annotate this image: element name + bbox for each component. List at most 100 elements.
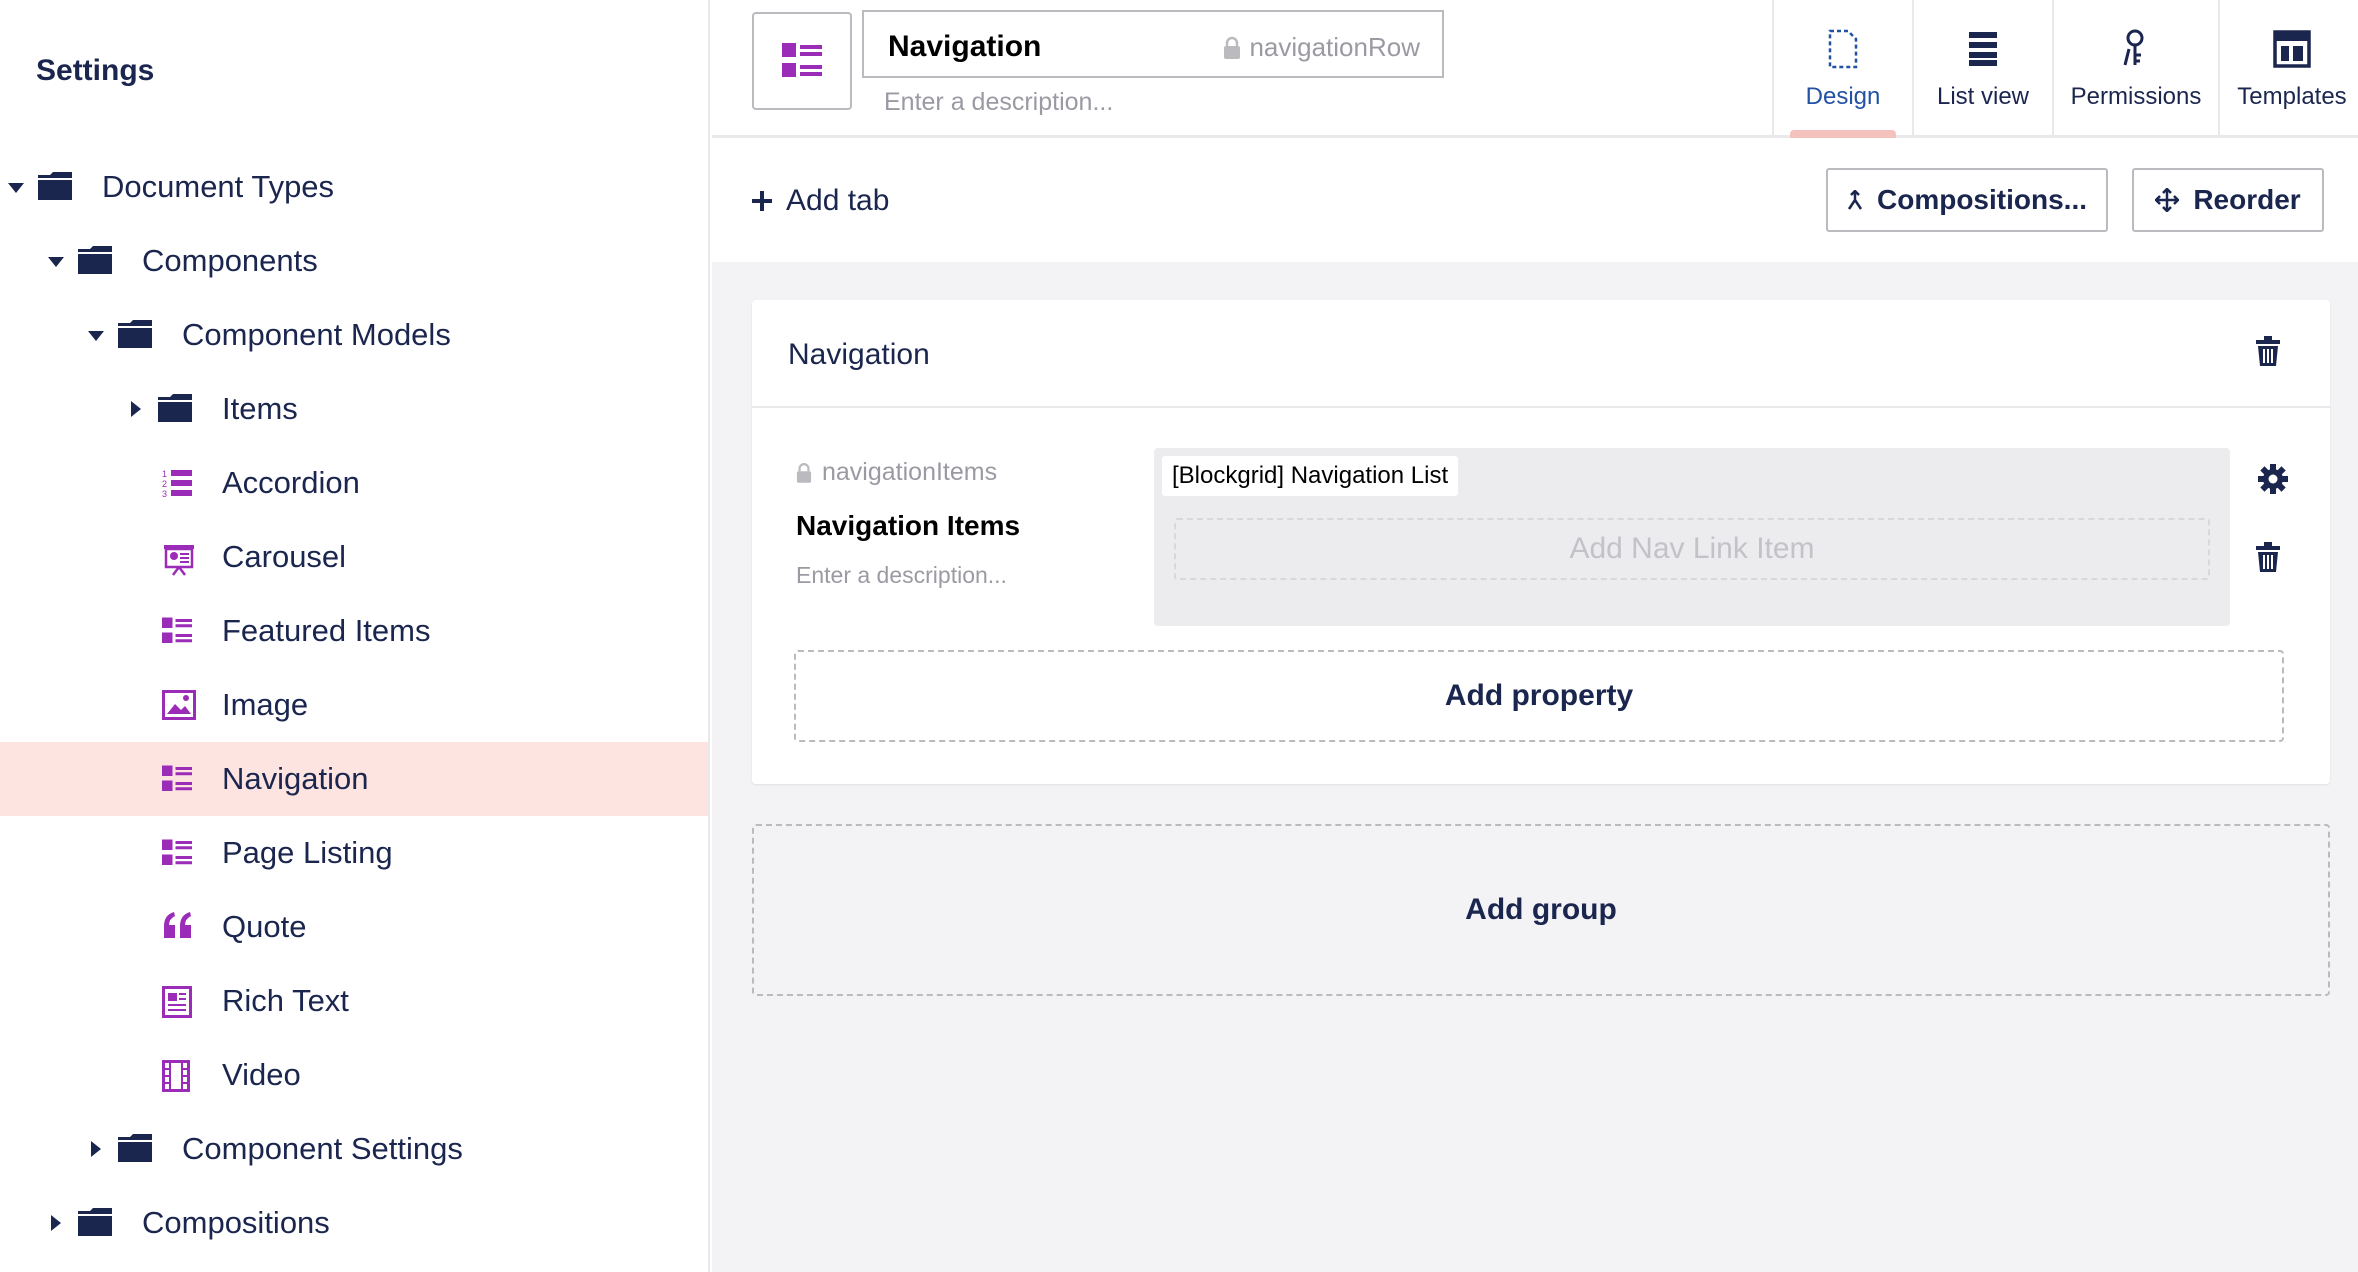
sidebar-item-page-listing[interactable]: Page Listing — [0, 816, 708, 890]
sidebar-item-label: Compositions — [142, 1205, 330, 1240]
sidebar-item-label: Page Listing — [222, 835, 393, 870]
svg-text:3: 3 — [162, 489, 167, 498]
alias-field[interactable]: navigationRow — [1223, 32, 1420, 63]
folder-icon — [158, 394, 192, 424]
sidebar-item-label: Video — [222, 1057, 301, 1092]
grid-list-icon — [162, 838, 196, 868]
lock-icon[interactable] — [796, 462, 812, 484]
app-tabs: Design List view Permissions Templates — [1772, 0, 2358, 138]
sidebar-item-label: Rich Text — [222, 983, 349, 1018]
sidebar-item-label: Accordion — [222, 465, 360, 500]
trash-icon[interactable] — [2256, 542, 2280, 572]
caret-down-icon[interactable] — [8, 183, 24, 193]
layout-icon — [2273, 27, 2311, 71]
sidebar-item-component-settings[interactable]: Component Settings — [0, 1112, 708, 1186]
trash-icon[interactable] — [2256, 336, 2280, 366]
tab-templates[interactable]: Templates — [2218, 0, 2358, 138]
add-tab-button[interactable]: Add tab — [752, 184, 889, 218]
sidebar: Settings Document Types Components Compone… — [0, 0, 710, 1272]
caret-right-icon[interactable] — [131, 401, 141, 417]
list-icon — [1969, 27, 1997, 71]
sidebar-item-label: Document Types — [102, 169, 335, 204]
keys-icon — [2121, 27, 2151, 71]
sidebar-item-document-types[interactable]: Document Types — [0, 150, 708, 224]
compositions-label: Compositions... — [1877, 184, 2087, 215]
document-text-icon — [162, 986, 196, 1018]
folder-icon — [78, 246, 112, 276]
picture-icon — [162, 690, 196, 720]
grid-list-icon — [782, 43, 822, 77]
property-name[interactable]: Navigation Items — [796, 510, 1020, 542]
add-property-button[interactable]: Add property — [794, 650, 2284, 742]
add-group-button[interactable]: Add group — [752, 824, 2330, 996]
sidebar-item-video[interactable]: Video — [0, 1038, 708, 1112]
move-icon — [2155, 188, 2180, 212]
caret-right-icon[interactable] — [51, 1215, 61, 1231]
folder-icon — [78, 1208, 112, 1238]
plus-icon — [752, 191, 772, 211]
sidebar-item-label: Items — [222, 391, 298, 426]
property-alias[interactable]: navigationItems — [796, 458, 997, 487]
folder-icon — [118, 320, 152, 350]
quote-icon — [162, 912, 196, 942]
sidebar-item-label: Component Settings — [182, 1131, 463, 1166]
caret-right-icon[interactable] — [91, 1141, 101, 1157]
presentation-icon — [162, 542, 196, 576]
tab-label: Templates — [2237, 83, 2347, 110]
film-icon — [162, 1060, 196, 1092]
group-header: Navigation — [752, 300, 2330, 408]
editor-toolbar: Add tab Compositions... Reorder — [712, 138, 2358, 262]
editor-tag: [Blockgrid] Navigation List — [1162, 456, 1459, 496]
sidebar-item-components[interactable]: Components — [0, 224, 708, 298]
sidebar-item-compositions[interactable]: Compositions — [0, 1186, 708, 1260]
sidebar-item-label: Navigation — [222, 761, 369, 796]
sidebar-item-component-models[interactable]: Component Models — [0, 298, 708, 372]
sidebar-item-label: Components — [142, 243, 318, 278]
tab-design[interactable]: Design — [1772, 0, 1912, 138]
property-editor-preview[interactable]: [Blockgrid] Navigation List Add Nav Link… — [1154, 448, 2230, 626]
document-icon — [1828, 27, 1858, 71]
grid-list-icon — [162, 616, 196, 646]
caret-down-icon[interactable] — [48, 257, 64, 267]
design-canvas: Navigation navigationItems Navigation It… — [712, 262, 2358, 1272]
add-nav-link-item-button[interactable]: Add Nav Link Item — [1174, 518, 2210, 580]
add-tab-label: Add tab — [786, 184, 890, 217]
sidebar-item-label: Quote — [222, 909, 307, 944]
tab-list-view[interactable]: List view — [1912, 0, 2052, 138]
sidebar-item-rich-text[interactable]: Rich Text — [0, 964, 708, 1038]
folder-icon — [38, 172, 72, 202]
sidebar-item-label: Image — [222, 687, 309, 722]
svg-text:2: 2 — [162, 479, 167, 489]
alias-value: navigationRow — [1249, 32, 1420, 62]
ordered-list-icon: 123 — [162, 468, 196, 499]
tab-label: List view — [1936, 83, 2030, 110]
group-title[interactable]: Navigation — [788, 338, 930, 372]
name-field[interactable]: Navigation navigationRow — [862, 10, 1444, 78]
compositions-button[interactable]: Compositions... — [1826, 168, 2108, 232]
document-type-icon-button[interactable] — [752, 12, 852, 110]
description-field[interactable]: Enter a description... — [884, 88, 1113, 117]
gear-icon[interactable] — [2258, 464, 2288, 494]
sidebar-item-label: Component Models — [182, 317, 451, 352]
name-value: Navigation — [888, 30, 1042, 63]
property-description[interactable]: Enter a description... — [796, 562, 1007, 589]
sidebar-item-accordion[interactable]: 1 2 3 Accordion — [0, 446, 708, 520]
sidebar-item-image[interactable]: Image — [0, 668, 708, 742]
lock-icon[interactable] — [1223, 36, 1241, 60]
grid-list-icon — [162, 764, 196, 794]
sidebar-item-quote[interactable]: Quote — [0, 890, 708, 964]
caret-down-icon[interactable] — [88, 331, 104, 341]
sidebar-item-items[interactable]: Items — [0, 372, 708, 446]
tab-label: Design — [1805, 83, 1881, 110]
reorder-button[interactable]: Reorder — [2132, 168, 2324, 232]
sidebar-item-label: Featured Items — [222, 613, 431, 648]
property-group: Navigation navigationItems Navigation It… — [752, 300, 2330, 784]
sidebar-item-featured-items[interactable]: Featured Items — [0, 594, 708, 668]
tab-permissions[interactable]: Permissions — [2052, 0, 2218, 138]
folder-icon — [118, 1134, 152, 1164]
merge-icon — [1847, 190, 1863, 210]
sidebar-item-navigation[interactable]: Navigation — [0, 742, 708, 816]
svg-text:1: 1 — [162, 469, 167, 479]
tree: Document Types Components Component Models… — [0, 150, 708, 1260]
sidebar-item-carousel[interactable]: Carousel — [0, 520, 708, 594]
